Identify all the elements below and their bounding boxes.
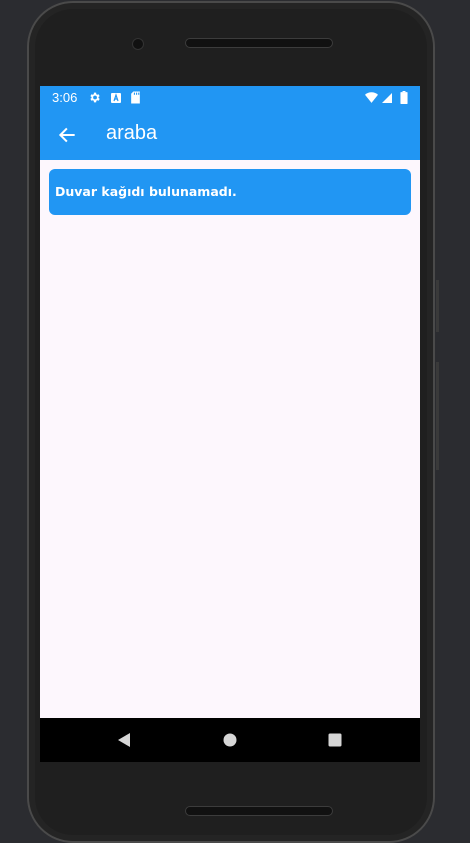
battery-icon bbox=[397, 91, 410, 104]
arrow-left-icon bbox=[58, 127, 75, 143]
status-bar: 3:06 bbox=[40, 86, 420, 110]
recents-square-icon bbox=[328, 733, 342, 747]
volume-button[interactable] bbox=[436, 280, 439, 332]
sd-card-icon bbox=[129, 91, 142, 104]
nav-back-button[interactable] bbox=[114, 730, 134, 750]
wifi-icon bbox=[365, 91, 378, 104]
earpiece-speaker bbox=[185, 38, 333, 48]
device-screen: 3:06 araba Duvar kağıdı bulunamadı. bbox=[40, 86, 420, 762]
back-button[interactable] bbox=[54, 122, 80, 148]
a-notification-icon bbox=[109, 91, 122, 104]
signal-icon bbox=[380, 91, 393, 104]
gear-icon bbox=[88, 91, 101, 104]
empty-state-message: Duvar kağıdı bulunamadı. bbox=[49, 169, 411, 215]
power-button[interactable] bbox=[436, 362, 439, 470]
front-camera bbox=[133, 39, 143, 49]
page-title: araba bbox=[106, 122, 158, 144]
back-triangle-icon bbox=[118, 733, 130, 747]
emulator-background: 3:06 araba Duvar kağıdı bulunamadı. bbox=[0, 0, 470, 843]
nav-recents-button[interactable] bbox=[325, 730, 345, 750]
status-time: 3:06 bbox=[52, 90, 78, 105]
app-bar: araba bbox=[40, 110, 420, 160]
nav-home-button[interactable] bbox=[220, 730, 240, 750]
bottom-speaker bbox=[185, 806, 333, 816]
system-nav-bar bbox=[40, 718, 420, 762]
home-circle-icon bbox=[223, 733, 237, 747]
